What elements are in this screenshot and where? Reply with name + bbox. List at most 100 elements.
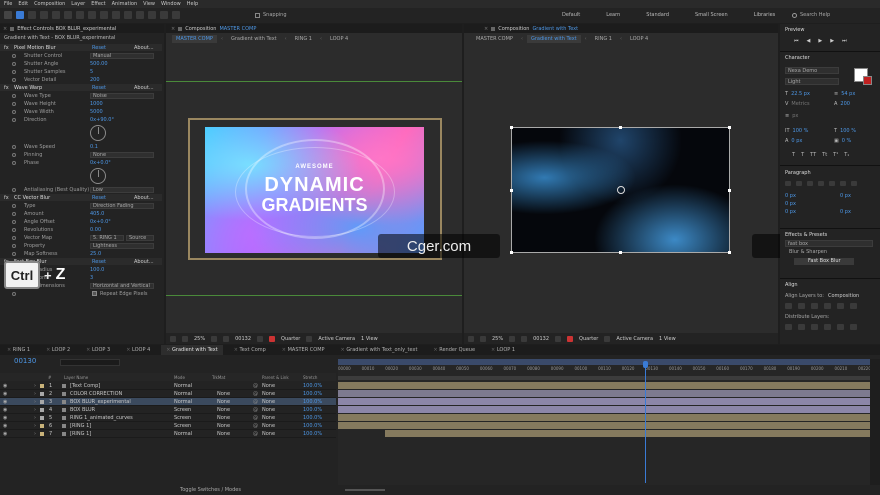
effect-name[interactable]: Wave Warp — [14, 85, 42, 91]
stretch-value[interactable]: 100.0% — [303, 407, 322, 413]
property-dropdown[interactable]: Lightness — [90, 242, 154, 249]
font-dropdown[interactable]: Nexa Demo — [785, 67, 839, 74]
align-right-edges-icon[interactable] — [811, 303, 818, 309]
expand-arrow-icon[interactable]: › — [34, 407, 36, 413]
distribute-bottom-icon[interactable] — [811, 324, 818, 330]
expand-arrow-icon[interactable]: › — [34, 415, 36, 421]
mode-dropdown[interactable]: Screen — [174, 423, 191, 429]
property-dropdown[interactable]: Noise — [90, 92, 154, 99]
layer-row[interactable]: ◉ › 4 BOX BLUR Screen None @ None 100.0% — [0, 406, 336, 414]
property-dropdown[interactable]: Source — [126, 234, 154, 241]
faux-italic-icon[interactable]: T — [801, 152, 804, 158]
property-value[interactable]: 1000 — [90, 101, 103, 107]
property-value[interactable]: 3 — [90, 275, 93, 281]
first-frame-icon[interactable]: ⏮ — [794, 38, 799, 44]
layer-name[interactable]: BOX BLUR — [70, 407, 95, 413]
align-h-center-icon[interactable] — [798, 303, 805, 309]
parent-dropdown[interactable]: None — [262, 431, 275, 437]
stretch-value[interactable]: 100.0% — [303, 399, 322, 405]
close-tab-icon[interactable]: × — [484, 26, 488, 32]
breadcrumb-item[interactable]: MASTER COMP — [172, 35, 217, 43]
stretch-value[interactable]: 100.0% — [303, 423, 322, 429]
effect-controls-tab[interactable]: Effect Controls BOX BLUR_experimental — [17, 26, 116, 32]
align-left-edges-icon[interactable] — [785, 303, 792, 309]
tsume-value[interactable]: 0 % — [842, 138, 852, 144]
stopwatch-icon[interactable] — [12, 219, 16, 224]
label-color-swatch[interactable] — [40, 399, 44, 404]
layer-duration-bar[interactable] — [338, 414, 870, 421]
visibility-eye-icon[interactable]: ◉ — [3, 423, 7, 429]
align-layers-to-dropdown[interactable]: Composition — [828, 293, 859, 299]
stretch-value[interactable]: 100.0% — [303, 431, 322, 437]
timeline-tab[interactable]: × RING 1 — [2, 345, 35, 355]
comp-tab-name[interactable]: MASTER COMP — [219, 26, 256, 32]
visibility-eye-icon[interactable]: ◉ — [3, 383, 7, 389]
stopwatch-icon[interactable] — [12, 77, 16, 82]
layer-duration-bar[interactable] — [338, 382, 870, 389]
expand-arrow-icon[interactable]: › — [34, 431, 36, 437]
layer-name[interactable]: BOX BLUR_experimental — [70, 399, 131, 405]
timeline-tab[interactable]: × Gradient with Text — [161, 345, 223, 355]
label-color-swatch[interactable] — [40, 391, 44, 396]
layer-row[interactable]: ◉ › 7 [RING 1] Normal None @ None 100.0% — [0, 430, 336, 438]
work-area-bar[interactable] — [338, 376, 870, 380]
angle-dial[interactable] — [90, 168, 106, 184]
prev-frame-icon[interactable]: ◀ — [807, 38, 811, 44]
stopwatch-icon[interactable] — [12, 187, 16, 192]
layer-preview[interactable] — [510, 126, 731, 254]
stopwatch-icon[interactable] — [12, 291, 16, 296]
indent-right-value[interactable]: 0 px — [840, 193, 851, 199]
property-value[interactable]: 25.0 — [90, 251, 101, 257]
views-dropdown[interactable]: 1 View — [361, 336, 378, 342]
snapshot-icon[interactable] — [257, 335, 264, 342]
timecode-field[interactable]: 00132 — [533, 336, 549, 342]
timeline-tab[interactable]: × Text Comp — [229, 345, 271, 355]
brush-tool-icon[interactable] — [124, 11, 132, 19]
trkmat-dropdown[interactable]: None — [217, 431, 230, 437]
stopwatch-icon[interactable] — [12, 152, 16, 157]
mode-dropdown[interactable]: Normal — [174, 383, 192, 389]
trkmat-dropdown[interactable]: None — [217, 423, 230, 429]
visibility-eye-icon[interactable]: ◉ — [3, 399, 7, 405]
camera-dropdown[interactable]: Active Camera — [616, 336, 653, 342]
parent-dropdown[interactable]: None — [262, 415, 275, 421]
layer-duration-bar[interactable] — [385, 430, 870, 437]
distribute-top-icon[interactable] — [785, 324, 792, 330]
visibility-eye-icon[interactable]: ◉ — [3, 407, 7, 413]
kerning-value[interactable]: Metrics — [791, 101, 809, 107]
time-ruler[interactable]: 00000 00010 00020 00030 00040 00050 00060 00070… — [338, 365, 871, 375]
subscript-icon[interactable]: T₁ — [844, 152, 849, 158]
expand-arrow-icon[interactable]: › — [34, 383, 36, 389]
stopwatch-icon[interactable] — [12, 93, 16, 98]
workspace-small-screen[interactable]: Small Screen — [695, 12, 728, 18]
justify-left-icon[interactable] — [818, 181, 824, 186]
anchor-point-icon[interactable] — [617, 186, 625, 194]
timecode-field[interactable]: 00132 — [235, 336, 251, 342]
distribute-h-center-icon[interactable] — [837, 324, 844, 330]
distribute-left-icon[interactable] — [824, 324, 831, 330]
always-preview-icon[interactable] — [468, 335, 474, 342]
breadcrumb-item[interactable]: RING 1 — [291, 35, 316, 43]
stretch-value[interactable]: 100.0% — [303, 383, 322, 389]
effect-about-link[interactable]: About... — [134, 45, 154, 51]
search-help[interactable]: Search Help — [792, 12, 830, 18]
expand-arrow-icon[interactable]: › — [34, 399, 36, 405]
distribute-v-center-icon[interactable] — [798, 324, 805, 330]
workspace-learn[interactable]: Learn — [606, 12, 620, 18]
effect-name[interactable]: Pixel Motion Blur — [14, 45, 56, 51]
views-dropdown[interactable]: 1 View — [659, 336, 676, 342]
property-value[interactable]: 5000 — [90, 109, 103, 115]
camera-tool-icon[interactable] — [64, 11, 72, 19]
parent-dropdown[interactable]: None — [262, 423, 275, 429]
rotate-tool-icon[interactable] — [52, 11, 60, 19]
effect-reset-link[interactable]: Reset — [92, 85, 106, 91]
layer-row[interactable]: ◉ › 6 [RING 1] Screen None @ None 100.0% — [0, 422, 336, 430]
layer-row[interactable]: ◉ › 5 RING 1_animated_curves Screen None @ None… — [0, 414, 336, 422]
stopwatch-icon[interactable] — [12, 211, 16, 216]
roi-icon[interactable] — [306, 335, 313, 342]
pen-tool-icon[interactable] — [100, 11, 108, 19]
indent-left-value[interactable]: 0 px — [785, 193, 796, 199]
effect-reset-link[interactable]: Reset — [92, 45, 106, 51]
stroke-color-swatch[interactable] — [863, 76, 872, 85]
camera-dropdown[interactable]: Active Camera — [318, 336, 355, 342]
